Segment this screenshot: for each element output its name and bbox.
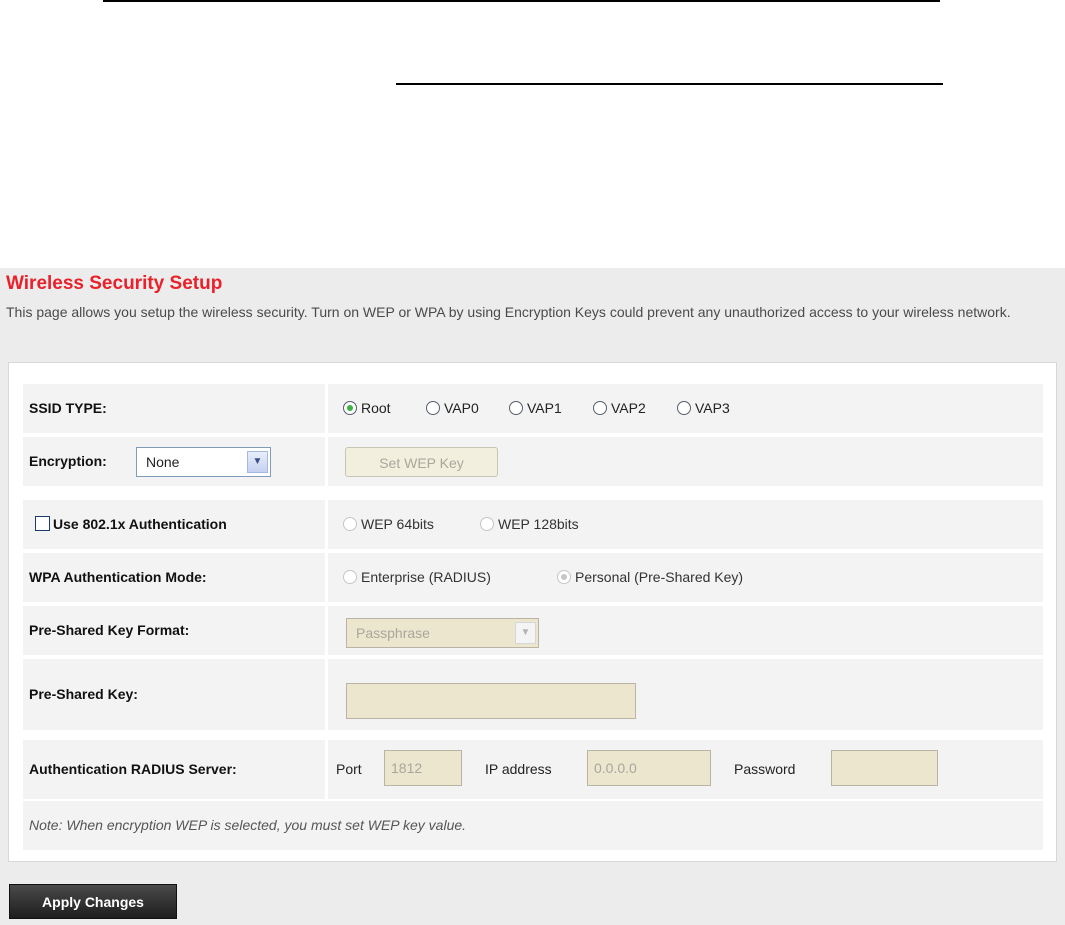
top-divider [103, 0, 940, 2]
psk-format-select[interactable]: Passphrase ▼ [346, 618, 539, 648]
port-input[interactable]: 1812 [384, 750, 462, 786]
wpa-mode-label: WPA Authentication Mode: [29, 569, 207, 585]
wep-128bits-option[interactable]: WEP 128bits [480, 500, 579, 549]
radio-icon[interactable] [480, 517, 494, 531]
chevron-down-icon[interactable]: ▼ [515, 622, 536, 644]
psk-format-row: Pre-Shared Key Format: Passphrase ▼ [23, 606, 1043, 655]
encryption-label: Encryption: [29, 453, 107, 469]
apply-changes-button[interactable]: Apply Changes [9, 884, 177, 919]
radius-row: Authentication RADIUS Server: Port 1812 … [23, 740, 1043, 799]
page-description: This page allows you setup the wireless … [6, 304, 1011, 320]
ssid-option-vap1[interactable]: VAP1 [509, 384, 562, 433]
psk-label: Pre-Shared Key: [29, 686, 138, 702]
radio-icon[interactable] [343, 517, 357, 531]
psk-row: Pre-Shared Key: [23, 659, 1043, 730]
ssid-type-row: SSID TYPE: Root VAP0 VAP1 VAP2 VAP3 [23, 384, 1043, 433]
wpa-personal-option[interactable]: Personal (Pre-Shared Key) [557, 553, 743, 602]
second-divider [396, 83, 943, 85]
chevron-down-icon[interactable]: ▼ [247, 451, 268, 473]
radio-icon[interactable] [509, 401, 523, 415]
ip-address-input[interactable]: 0.0.0.0 [587, 750, 711, 786]
wep-64bits-option[interactable]: WEP 64bits [343, 500, 434, 549]
ssid-option-vap0[interactable]: VAP0 [426, 384, 479, 433]
radio-icon[interactable] [426, 401, 440, 415]
psk-input[interactable] [346, 683, 636, 719]
radio-icon[interactable] [593, 401, 607, 415]
wpa-enterprise-option[interactable]: Enterprise (RADIUS) [343, 553, 491, 602]
port-label: Port [336, 761, 362, 777]
password-label: Password [734, 761, 796, 777]
ssid-option-vap2[interactable]: VAP2 [593, 384, 646, 433]
encryption-row: Encryption: None ▼ Set WEP Key [23, 437, 1043, 486]
ssid-type-label: SSID TYPE: [29, 400, 107, 416]
set-wep-key-button[interactable]: Set WEP Key [345, 447, 498, 477]
auth-8021x-row: Use 802.1x Authentication WEP 64bits WEP… [23, 500, 1043, 549]
wpa-mode-row: WPA Authentication Mode: Enterprise (RAD… [23, 553, 1043, 602]
radio-icon[interactable] [343, 570, 357, 584]
radio-selected-icon[interactable] [557, 570, 571, 584]
encryption-select[interactable]: None ▼ [136, 447, 271, 477]
radius-label: Authentication RADIUS Server: [29, 761, 237, 777]
use-8021x-option[interactable]: Use 802.1x Authentication [35, 500, 227, 549]
password-input[interactable] [831, 750, 938, 786]
use-8021x-checkbox[interactable] [35, 516, 50, 531]
ssid-option-vap3[interactable]: VAP3 [677, 384, 730, 433]
psk-format-label: Pre-Shared Key Format: [29, 622, 190, 638]
radio-icon[interactable] [677, 401, 691, 415]
note-row: Note: When encryption WEP is selected, y… [23, 801, 1043, 850]
ip-address-label: IP address [485, 761, 552, 777]
wep-note: Note: When encryption WEP is selected, y… [29, 817, 467, 833]
ssid-option-root[interactable]: Root [343, 384, 391, 433]
page-title: Wireless Security Setup [6, 273, 223, 294]
radio-selected-icon[interactable] [343, 401, 357, 415]
